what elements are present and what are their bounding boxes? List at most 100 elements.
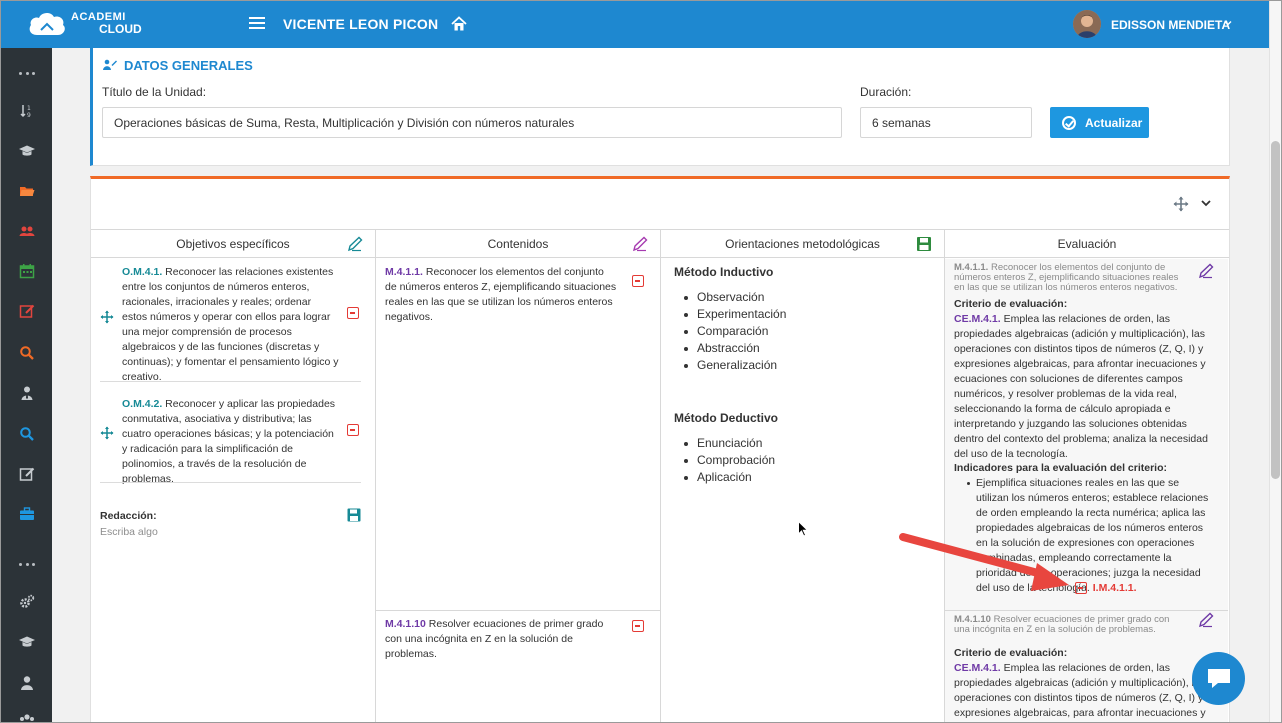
metodo-item: Observación: [681, 289, 786, 306]
logo-text-bottom: CLOUD: [99, 22, 142, 36]
indicador-text: Ejemplifica situaciones reales en las qu…: [976, 477, 1209, 594]
remove-icon[interactable]: [347, 307, 359, 319]
column-header-label: Evaluación: [1057, 237, 1117, 251]
contenido-item: M.4.1.10 Resolver ecuaciones de primer g…: [385, 617, 618, 662]
duracion-label: Duración:: [860, 85, 912, 99]
objetivo-item: O.M.4.1. Reconocer las relaciones existe…: [122, 265, 339, 385]
mouse-cursor-icon: [798, 521, 808, 537]
pencil-icon[interactable]: [1198, 612, 1214, 628]
search-icon[interactable]: [19, 426, 35, 442]
avatar[interactable]: [1073, 10, 1101, 38]
briefcase-icon[interactable]: [19, 506, 35, 522]
column-header: Contenidos: [376, 230, 660, 258]
scrollbar-thumb[interactable]: [1271, 141, 1280, 479]
sidebar: 19: [1, 48, 52, 723]
move-icon[interactable]: [100, 310, 114, 324]
criterio-label: Criterio de evaluación:: [954, 298, 1068, 310]
contenidos-column: Contenidos M.4.1.1. Reconocer los elemen…: [376, 230, 661, 722]
criterio-text: CE.M.4.1. Emplea las relaciones de orden…: [954, 661, 1212, 722]
titulo-input[interactable]: [102, 107, 842, 138]
home-icon[interactable]: [451, 16, 467, 32]
contenido-code: M.4.1.10: [385, 618, 426, 630]
objetivo-text: Reconocer las relaciones existentes entr…: [122, 266, 339, 383]
users-icon[interactable]: [19, 223, 35, 239]
remove-icon[interactable]: [347, 424, 359, 436]
school-name: VICENTE LEON PICON: [283, 16, 439, 32]
save-icon[interactable]: [347, 508, 361, 522]
column-header-label: Objetivos específicos: [176, 237, 290, 251]
search-icon[interactable]: [19, 345, 35, 361]
remove-icon[interactable]: [632, 620, 644, 632]
contenido-item: M.4.1.1. Reconocer los elementos del con…: [385, 265, 618, 325]
top-bar: ACADEMI CLOUD VICENTE LEON PICON EDISSON…: [1, 1, 1269, 48]
indicador-item: Ejemplifica situaciones reales en las qu…: [967, 476, 1214, 596]
remove-icon[interactable]: [632, 275, 644, 287]
metodo-item: Enunciación: [681, 435, 775, 452]
more-icon[interactable]: [19, 68, 35, 78]
user-name[interactable]: EDISSON MENDIETA: [1111, 18, 1230, 32]
pencil-icon[interactable]: [1198, 263, 1214, 279]
redaccion-input[interactable]: Escriba algo: [100, 526, 158, 538]
evaluacion-heading: M.4.1.1. Reconocer los elementos del con…: [954, 263, 1179, 293]
objetivo-text: Reconocer y aplicar las propiedades conm…: [122, 398, 336, 485]
save-icon[interactable]: [916, 236, 932, 252]
cloud-logo-icon: [29, 12, 65, 35]
objetivo-code: O.M.4.1.: [122, 266, 163, 278]
metodo-item: Generalización: [681, 357, 786, 374]
graduation-cap-icon[interactable]: [19, 634, 35, 650]
chat-icon: [1207, 668, 1230, 688]
chat-button[interactable]: [1192, 652, 1245, 705]
chevron-down-icon[interactable]: [1199, 196, 1213, 210]
plan-grid: Objetivos específicos O.M.4.1. Reconocer…: [91, 229, 1229, 722]
pencil-icon[interactable]: [347, 236, 363, 252]
metodo-item: Experimentación: [681, 306, 786, 323]
actualizar-button[interactable]: Actualizar: [1050, 107, 1149, 138]
svg-text:1: 1: [27, 105, 31, 112]
remove-indicador-icon[interactable]: [1075, 582, 1087, 594]
folder-icon[interactable]: [19, 183, 35, 199]
calendar-icon[interactable]: [19, 263, 35, 279]
orientaciones-column: Orientaciones metodológicas Método Induc…: [661, 230, 945, 722]
move-icon[interactable]: [1173, 196, 1189, 212]
criterio-code: CE.M.4.1.: [954, 313, 1001, 325]
divider: [376, 610, 660, 611]
edit-icon[interactable]: [19, 303, 35, 319]
metodo-list: Observación Experimentación Comparación …: [681, 289, 786, 374]
plan-table-card: Objetivos específicos O.M.4.1. Reconocer…: [90, 176, 1230, 722]
graduation-cap-icon[interactable]: [19, 143, 35, 159]
more-icon[interactable]: [19, 559, 35, 569]
criterio-code: CE.M.4.1.: [954, 662, 1001, 674]
chevron-down-icon[interactable]: [1223, 18, 1233, 28]
column-header: Objetivos específicos: [91, 230, 375, 258]
indicador-code: I.M.4.1.1.: [1092, 582, 1137, 594]
divider: [100, 381, 361, 382]
sort-icon[interactable]: 19: [19, 103, 35, 119]
metodo-title: Método Deductivo: [674, 411, 778, 425]
actualizar-label: Actualizar: [1085, 115, 1143, 130]
metodo-list: Enunciación Comprobación Aplicación: [681, 435, 775, 486]
pencil-icon[interactable]: [632, 236, 648, 252]
metodo-item: Comprobación: [681, 452, 775, 469]
datos-generales-card: DATOS GENERALES Título de la Unidad: Dur…: [90, 48, 1230, 166]
column-header-label: Orientaciones metodológicas: [725, 237, 880, 251]
objetivo-item: O.M.4.2. Reconocer y aplicar las propied…: [122, 397, 339, 487]
menu-toggle-icon[interactable]: [249, 17, 265, 31]
titulo-label: Título de la Unidad:: [102, 85, 207, 99]
edit-icon[interactable]: [19, 466, 35, 482]
app-window: ACADEMI CLOUD VICENTE LEON PICON EDISSON…: [0, 0, 1282, 723]
metodo-title: Método Inductivo: [674, 265, 774, 279]
user-icon[interactable]: [19, 675, 35, 691]
section-title: DATOS GENERALES: [124, 58, 253, 73]
redaccion-label: Redacción:: [100, 510, 157, 522]
group-icon[interactable]: [19, 712, 35, 723]
move-icon[interactable]: [100, 426, 114, 440]
objetivos-column: Objetivos específicos O.M.4.1. Reconocer…: [91, 230, 376, 722]
column-header: Orientaciones metodológicas: [661, 230, 944, 258]
criterio-label: Criterio de evaluación:: [954, 647, 1068, 659]
duracion-input[interactable]: [860, 107, 1032, 138]
metodo-item: Aplicación: [681, 469, 775, 486]
app-logo[interactable]: ACADEMI CLOUD: [27, 9, 142, 39]
user-tie-icon[interactable]: [19, 385, 35, 401]
check-circle-icon: [1062, 115, 1076, 130]
cogs-icon[interactable]: [19, 594, 35, 610]
